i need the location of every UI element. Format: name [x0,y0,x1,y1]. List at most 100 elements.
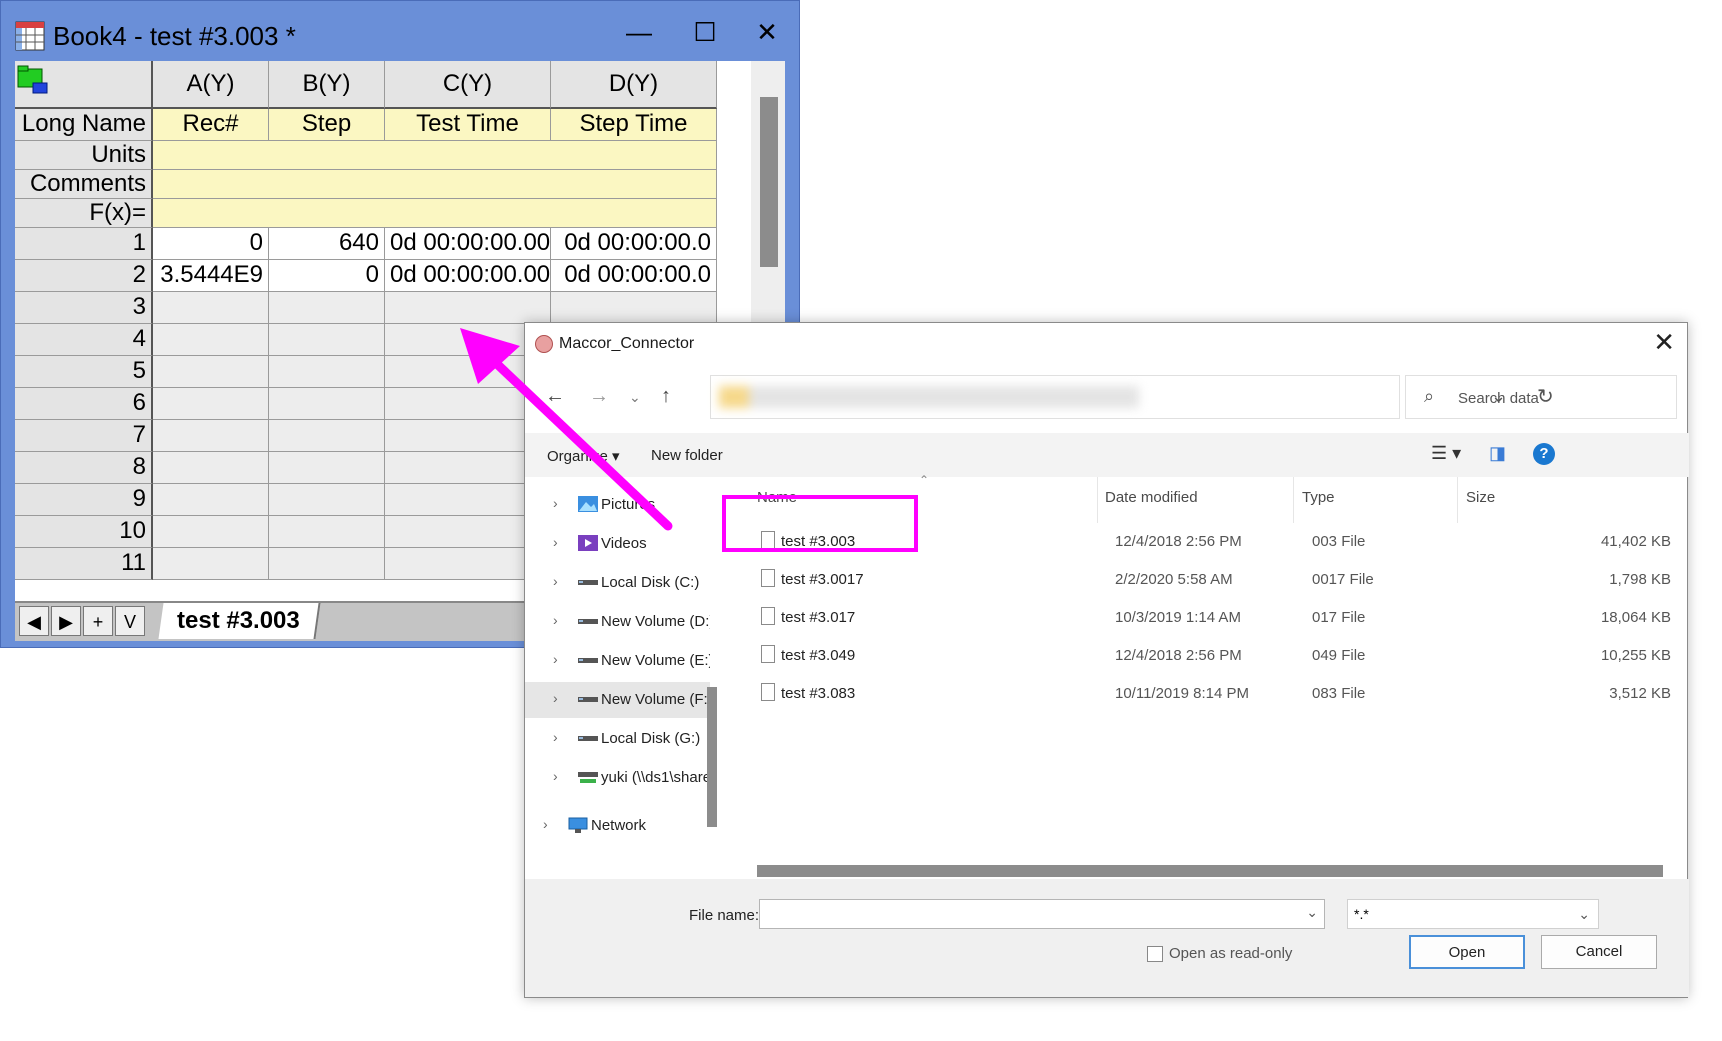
row-number[interactable]: 3 [15,292,153,324]
table-cell[interactable]: 0 [269,260,385,292]
table-cell[interactable] [153,548,269,580]
view-options-icon[interactable]: ☰ ▾ [1431,443,1461,464]
long-name-cell[interactable]: Rec# [153,109,269,141]
nav-item[interactable]: › New Volume (D:) [525,604,710,640]
chevron-right-icon[interactable]: › [553,534,558,550]
table-cell[interactable] [153,356,269,388]
row-label-units[interactable]: Units [15,141,153,170]
row-number[interactable]: 1 [15,228,153,260]
recent-chevron-icon[interactable]: ⌄ [629,389,641,406]
organize-menu[interactable]: Organize ▾ [547,447,620,465]
table-cell[interactable]: 0 [153,228,269,260]
row-number[interactable]: 5 [15,356,153,388]
sheet-next-button[interactable]: ▶ [51,606,81,636]
column-size[interactable]: Size [1466,489,1495,506]
address-bar[interactable]: ⌄ ↻ [710,375,1554,419]
nav-pane-scrollbar[interactable] [707,687,717,827]
grid-corner[interactable] [15,61,153,109]
table-cell[interactable] [153,420,269,452]
back-arrow-icon[interactable]: ← [545,385,565,408]
file-row[interactable]: test #3.049 12/4/2018 2:56 PM 049 File 10,2… [731,637,1689,675]
chevron-down-icon[interactable]: ⌄ [1578,906,1590,923]
table-cell[interactable] [153,516,269,548]
sheet-first-button[interactable]: ◀ [19,606,49,636]
row-number[interactable]: 11 [15,548,153,580]
nav-item[interactable]: › New Volume (E:) [525,643,710,679]
table-cell[interactable] [269,388,385,420]
maximize-button[interactable]: ☐ [683,15,727,49]
sheet-list-button[interactable]: V [115,606,145,636]
table-cell[interactable] [269,516,385,548]
table-cell[interactable]: 3.5444E9 [153,260,269,292]
chevron-right-icon[interactable]: › [553,651,558,667]
chevron-right-icon[interactable]: › [553,768,558,784]
long-name-cell[interactable]: Step [269,109,385,141]
chevron-down-icon[interactable]: ⌄ [1306,904,1318,921]
table-cell[interactable]: 0d 00:00:00.0 [551,228,717,260]
horizontal-scrollbar[interactable] [757,865,1663,877]
column-type[interactable]: Type [1302,489,1335,506]
dialog-close-button[interactable]: ✕ [1653,327,1675,358]
column-date-modified[interactable]: Date modified [1105,489,1198,506]
up-arrow-icon[interactable]: ↑ [661,385,671,408]
chevron-right-icon[interactable]: › [553,573,558,589]
chevron-right-icon[interactable]: › [553,612,558,628]
nav-item[interactable]: › Local Disk (C:) [525,565,710,601]
column-header-a[interactable]: A(Y) [153,61,269,109]
chevron-right-icon[interactable]: › [553,729,558,745]
long-name-cell[interactable]: Step Time [551,109,717,141]
column-header-c[interactable]: C(Y) [385,61,551,109]
nav-item[interactable]: › Videos [525,526,710,562]
row-number[interactable]: 7 [15,420,153,452]
table-cell[interactable] [153,484,269,516]
row-number[interactable]: 6 [15,388,153,420]
add-sheet-button[interactable]: + [83,606,113,636]
chevron-right-icon[interactable]: › [553,690,558,706]
row-number[interactable]: 9 [15,484,153,516]
file-row[interactable]: test #3.0017 2/2/2020 5:58 AM 0017 File 1,7… [731,561,1689,599]
sheet-tab[interactable]: test #3.003 [158,603,321,639]
table-cell[interactable] [269,356,385,388]
table-cell[interactable] [385,292,551,324]
table-cell[interactable] [269,420,385,452]
long-name-cell[interactable]: Test Time [385,109,551,141]
table-cell[interactable] [269,548,385,580]
nav-item[interactable]: › Pictures [525,487,710,523]
file-row[interactable]: test #3.017 10/3/2019 1:14 AM 017 File 18,0… [731,599,1689,637]
minimize-button[interactable]: — [617,15,661,49]
row-label-comments[interactable]: Comments [15,170,153,199]
row-label-fx[interactable]: F(x)= [15,199,153,228]
units-row[interactable] [153,141,717,170]
table-cell[interactable] [153,324,269,356]
cancel-button[interactable]: Cancel [1541,935,1657,969]
column-header-d[interactable]: D(Y) [551,61,717,109]
workbook-titlebar[interactable]: Book4 - test #3.003 * — ☐ ✕ [1,1,801,61]
chevron-right-icon[interactable]: › [543,816,548,832]
close-button[interactable]: ✕ [745,15,789,49]
table-cell[interactable] [269,452,385,484]
open-button[interactable]: Open [1409,935,1525,969]
table-cell[interactable] [153,452,269,484]
nav-item[interactable]: › Local Disk (G:) [525,721,710,757]
scrollbar-thumb[interactable] [760,97,778,267]
row-number[interactable]: 10 [15,516,153,548]
nav-item[interactable]: › New Volume (F:) [525,682,710,718]
chevron-right-icon[interactable]: › [553,495,558,511]
preview-pane-icon[interactable]: ◨ [1489,443,1506,464]
row-number[interactable]: 8 [15,452,153,484]
read-only-checkbox[interactable]: Open as read-only [1147,945,1292,963]
row-label-long-name[interactable]: Long Name [15,109,153,141]
table-cell[interactable] [153,388,269,420]
column-header-b[interactable]: B(Y) [269,61,385,109]
new-folder-button[interactable]: New folder [651,447,723,464]
comments-row[interactable] [153,170,717,199]
help-icon[interactable]: ? [1533,443,1555,465]
file-row[interactable]: test #3.083 10/11/2019 8:14 PM 083 File 3,5… [731,675,1689,713]
row-number[interactable]: 4 [15,324,153,356]
table-cell[interactable]: 0d 00:00:00.000 [385,260,551,292]
file-type-filter[interactable]: *.* ⌄ [1347,899,1599,929]
table-cell[interactable] [551,292,717,324]
table-cell[interactable] [153,292,269,324]
nav-item[interactable]: › yuki (\\ds1\share) [525,760,710,796]
table-cell[interactable]: 640 [269,228,385,260]
